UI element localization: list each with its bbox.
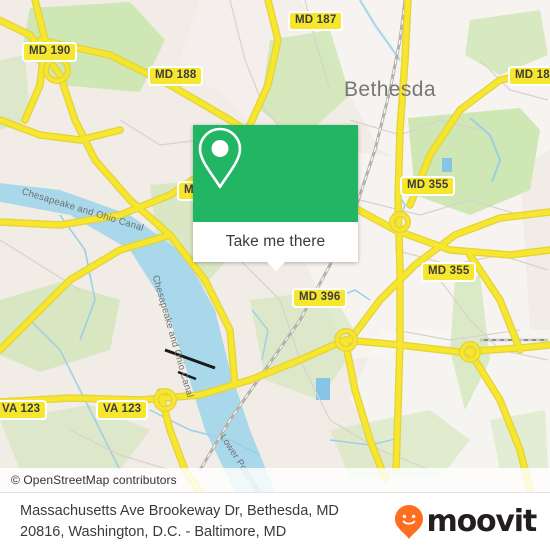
attribution-text[interactable]: © OpenStreetMap contributors	[11, 473, 177, 487]
road-shield-md-187[interactable]: MD 187	[288, 11, 344, 31]
moovit-wordmark: moovit	[426, 503, 538, 539]
map-attribution-bar: © OpenStreetMap contributors	[0, 468, 550, 492]
road-shield-md-355-south[interactable]: MD 355	[421, 262, 477, 282]
moovit-brand[interactable]: moovit	[394, 503, 538, 540]
map-pin-icon	[198, 127, 242, 189]
road-shield-va-123-east[interactable]: VA 123	[96, 400, 149, 420]
road-shield-md-188[interactable]: MD 188	[148, 66, 204, 86]
location-title: Massachusetts Ave Brookeway Dr, Bethesda…	[20, 502, 339, 540]
map-canvas[interactable]: Bethesda Chesapeake and Ohio Canal Chesa…	[0, 0, 550, 492]
callout-tail-pointer	[265, 261, 286, 271]
moovit-smiley-pin-icon	[394, 504, 423, 539]
callout-icon-area	[193, 125, 358, 222]
take-me-there-label: Take me there	[225, 233, 326, 250]
road-shield-md-355-north[interactable]: MD 355	[400, 176, 456, 196]
road-shield-md-396[interactable]: MD 396	[292, 288, 348, 308]
map-screenshot: Bethesda Chesapeake and Ohio Canal Chesa…	[0, 0, 550, 550]
road-shield-va-123-west[interactable]: VA 123	[0, 400, 48, 420]
location-callout-card[interactable]: Take me there	[193, 125, 358, 271]
road-shield-md-190-west[interactable]: MD 190	[22, 42, 78, 62]
callout-action-area[interactable]: Take me there	[193, 222, 358, 271]
road-shield-md-186[interactable]: MD 186	[508, 66, 550, 86]
footer-bar: Massachusetts Ave Brookeway Dr, Bethesda…	[0, 492, 550, 550]
